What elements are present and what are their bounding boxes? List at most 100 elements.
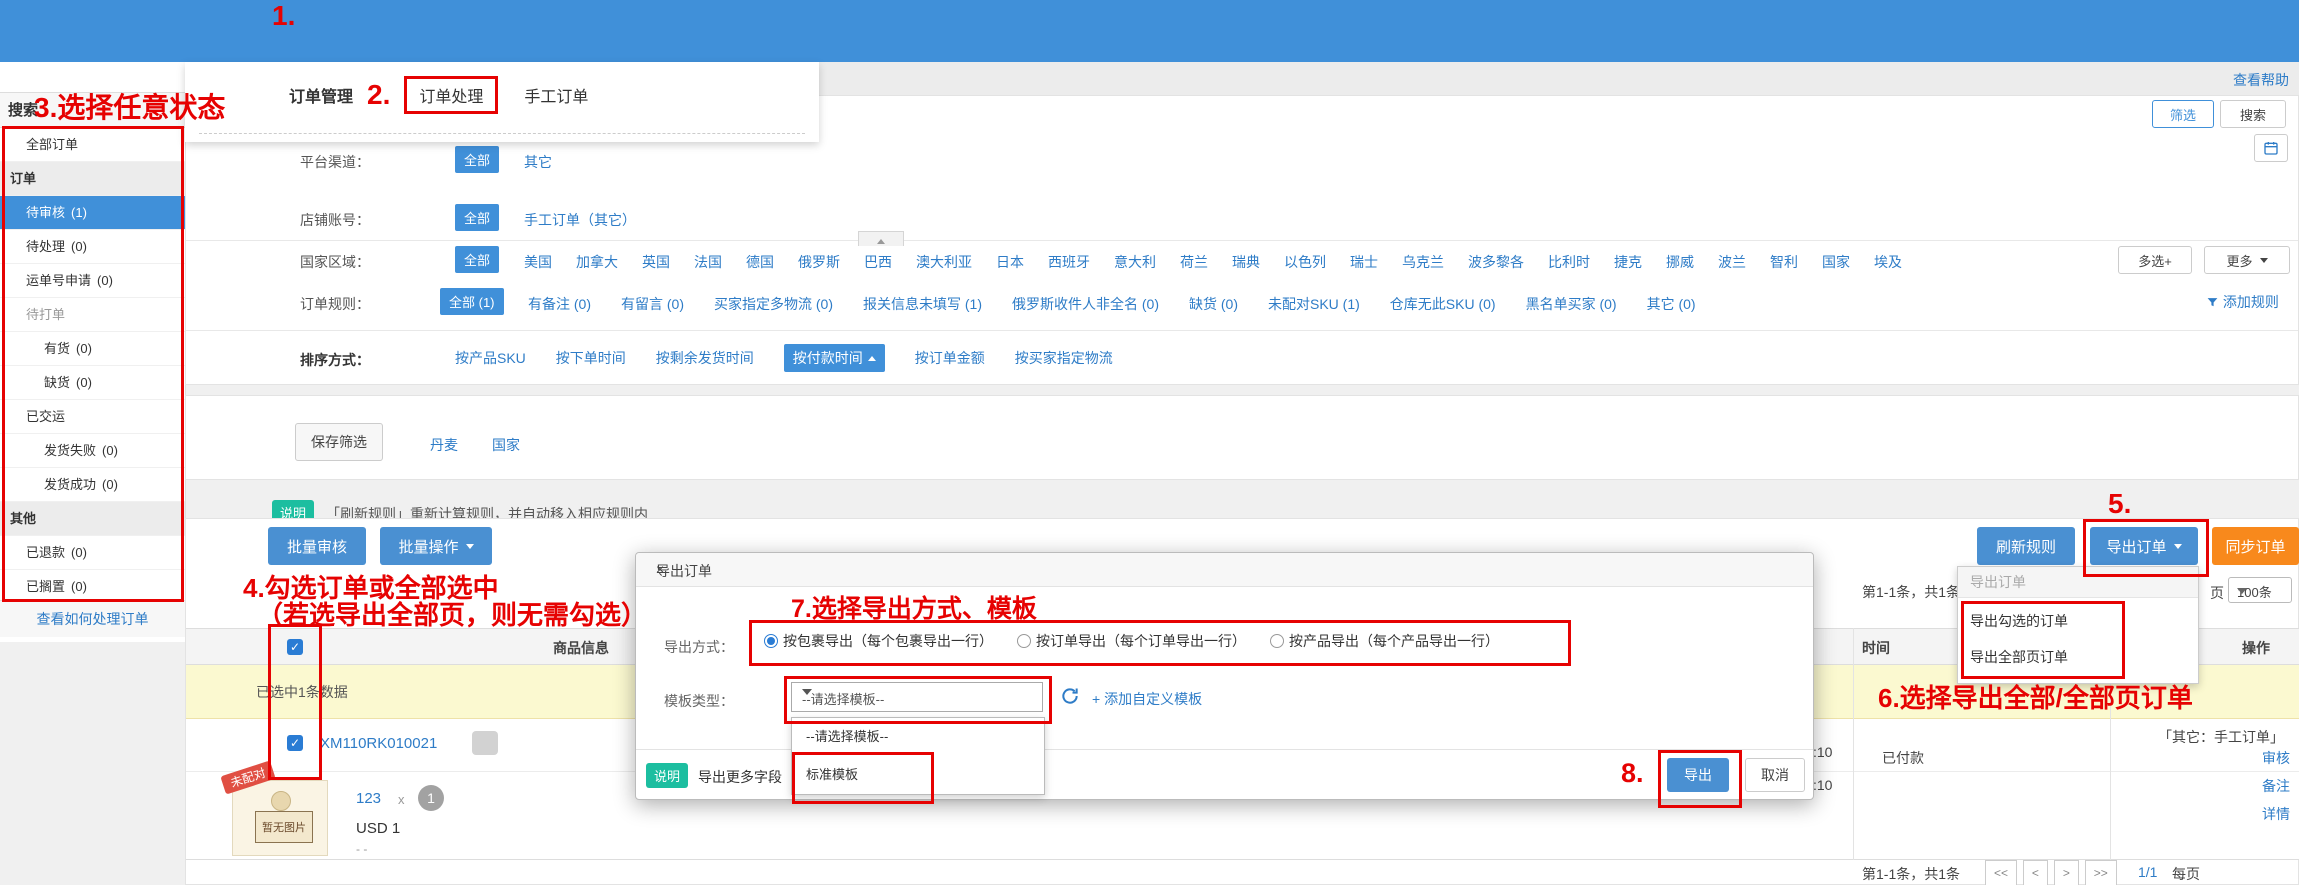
last-page-button[interactable]: >> <box>2085 860 2117 885</box>
country-link[interactable]: 俄罗斯 <box>798 252 840 272</box>
order-action-link[interactable]: 备注 <box>2190 776 2290 804</box>
rule-link[interactable]: 有备注 (0) <box>528 294 591 314</box>
store-manual-link[interactable]: 手工订单（其它） <box>524 210 636 230</box>
country-link[interactable]: 波多黎各 <box>1468 252 1524 272</box>
country-link[interactable]: 西班牙 <box>1048 252 1090 272</box>
country-link[interactable]: 瑞士 <box>1350 252 1378 272</box>
country-link[interactable]: 瑞典 <box>1232 252 1260 272</box>
country-link[interactable]: 智利 <box>1770 252 1798 272</box>
country-link[interactable]: 乌克兰 <box>1402 252 1444 272</box>
select-all-checkbox[interactable]: ✓ <box>287 639 303 655</box>
first-page-button[interactable]: << <box>1985 860 2017 885</box>
country-link[interactable]: 巴西 <box>864 252 892 272</box>
country-link[interactable]: 荷兰 <box>1180 252 1208 272</box>
cancel-button[interactable]: 取消 <box>1745 758 1805 792</box>
sidebar-status-item[interactable]: 缺货(0) <box>0 366 185 400</box>
submenu-item-order-processing[interactable]: 订单处理 <box>404 76 498 114</box>
sort-option[interactable]: 按买家指定物流 <box>1015 348 1113 368</box>
template-option-standard[interactable]: 标准模板 <box>792 756 1044 794</box>
product-sku-link[interactable]: 123 <box>356 790 381 807</box>
saved-filter-link[interactable]: 国家 <box>492 435 520 455</box>
country-link[interactable]: 意大利 <box>1114 252 1156 272</box>
filter-button[interactable]: 筛选 <box>2152 100 2214 128</box>
order-action-link[interactable]: 详情 <box>2190 804 2290 832</box>
sort-option[interactable]: 按付款时间 <box>784 344 885 372</box>
country-link[interactable]: 日本 <box>996 252 1024 272</box>
rule-link[interactable]: 其它 (0) <box>1647 294 1696 314</box>
view-help-link[interactable]: 查看帮助 <box>2233 70 2289 90</box>
sidebar-status-item[interactable]: 待打单 <box>0 298 185 332</box>
country-link[interactable]: 波兰 <box>1718 252 1746 272</box>
order-action-link[interactable]: 审核 <box>2190 748 2290 776</box>
sidebar-status-item[interactable]: 其他 <box>0 502 185 536</box>
refresh-icon[interactable] <box>1060 686 1080 706</box>
more-button[interactable]: 更多 <box>2204 246 2290 274</box>
order-row-checkbox[interactable]: ✓ <box>287 735 303 751</box>
saved-filter-link[interactable]: 丹麦 <box>430 435 458 455</box>
country-link[interactable]: 美国 <box>524 252 552 272</box>
how-to-process-orders-link[interactable]: 查看如何处理订单 <box>0 600 185 637</box>
export-menu-item[interactable]: 导出勾选的订单 <box>1958 603 2198 639</box>
sort-option[interactable]: 按剩余发货时间 <box>656 348 754 368</box>
next-page-button[interactable]: > <box>2054 860 2079 885</box>
save-filter-button[interactable]: 保存筛选 <box>295 423 383 461</box>
sidebar-status-item[interactable]: 已搁置(0) <box>0 570 185 604</box>
multi-select-button[interactable]: 多选+ <box>2118 246 2192 274</box>
rule-link[interactable]: 报关信息未填写 (1) <box>863 294 982 314</box>
sort-option[interactable]: 按下单时间 <box>556 348 626 368</box>
rule-link[interactable]: 黑名单买家 (0) <box>1526 294 1617 314</box>
store-all-chip[interactable]: 全部 <box>455 204 499 231</box>
export-confirm-button[interactable]: 导出 <box>1667 758 1729 792</box>
rules-all-chip[interactable]: 全部 (1) <box>440 288 504 315</box>
sidebar-status-item[interactable]: 发货失败(0) <box>0 434 185 468</box>
sidebar-status-item[interactable]: 已交运 <box>0 400 185 434</box>
sidebar-status-item[interactable]: 已退款(0) <box>0 536 185 570</box>
country-link[interactable]: 国家 <box>1822 252 1850 272</box>
sidebar-status-item[interactable]: 运单号申请(0) <box>0 264 185 298</box>
sidebar-status-item[interactable]: 发货成功(0) <box>0 468 185 502</box>
rule-link[interactable]: 未配对SKU (1) <box>1268 294 1360 314</box>
sidebar-status-item[interactable]: 有货(0) <box>0 332 185 366</box>
export-mode-radio[interactable]: 按产品导出（每个产品导出一行） <box>1270 631 1499 651</box>
export-orders-button[interactable]: 导出订单 <box>2090 527 2198 565</box>
export-mode-radio[interactable]: 按包裹导出（每个包裹导出一行） <box>764 631 993 651</box>
country-all-chip[interactable]: 全部 <box>455 246 499 273</box>
refresh-rules-button[interactable]: 刷新规则 <box>1977 527 2075 565</box>
country-link[interactable]: 澳大利亚 <box>916 252 972 272</box>
sidebar-status-item[interactable]: 待审核(1) <box>0 196 185 230</box>
country-link[interactable]: 法国 <box>694 252 722 272</box>
sort-option[interactable]: 按订单金额 <box>915 348 985 368</box>
add-rule-link[interactable]: 添加规则 <box>2206 292 2279 312</box>
batch-operations-button[interactable]: 批量操作 <box>380 527 492 565</box>
sidebar-status-item[interactable]: 全部订单 <box>0 128 185 162</box>
pagination-top-perpage-select[interactable]: 100条 <box>2228 577 2292 603</box>
platform-other-link[interactable]: 其它 <box>524 152 552 172</box>
template-select[interactable]: --请选择模板-- <box>791 682 1043 712</box>
sync-orders-button[interactable]: 同步订单 <box>2212 527 2299 565</box>
country-link[interactable]: 以色列 <box>1284 252 1326 272</box>
platform-all-chip[interactable]: 全部 <box>455 146 499 173</box>
prev-page-button[interactable]: < <box>2023 860 2048 885</box>
sort-option[interactable]: 按产品SKU <box>455 348 526 368</box>
rule-link[interactable]: 买家指定多物流 (0) <box>714 294 833 314</box>
rule-link[interactable]: 缺货 (0) <box>1189 294 1238 314</box>
export-menu-item[interactable]: 导出全部页订单 <box>1958 639 2198 675</box>
country-link[interactable]: 挪威 <box>1666 252 1694 272</box>
close-icon[interactable]: × <box>656 561 1797 577</box>
rule-link[interactable]: 仓库无此SKU (0) <box>1390 294 1496 314</box>
sidebar-status-item[interactable]: 待处理(0) <box>0 230 185 264</box>
rule-link[interactable]: 有留言 (0) <box>621 294 684 314</box>
order-id-link[interactable]: XM110RK010021 <box>320 735 437 752</box>
calendar-button[interactable] <box>2254 134 2288 162</box>
template-option-placeholder[interactable]: --请选择模板-- <box>792 718 1044 756</box>
add-custom-template-link[interactable]: + 添加自定义模板 <box>1092 689 1202 709</box>
batch-review-button[interactable]: 批量审核 <box>268 527 366 565</box>
country-link[interactable]: 英国 <box>642 252 670 272</box>
submenu-item-manual-order[interactable]: 手工订单 <box>524 83 588 107</box>
collapse-filters-tab[interactable] <box>858 231 904 246</box>
sidebar-status-item[interactable]: 订单 <box>0 162 185 196</box>
country-link[interactable]: 捷克 <box>1614 252 1642 272</box>
country-link[interactable]: 德国 <box>746 252 774 272</box>
country-link[interactable]: 比利时 <box>1548 252 1590 272</box>
search-button[interactable]: 搜索 <box>2220 100 2286 128</box>
